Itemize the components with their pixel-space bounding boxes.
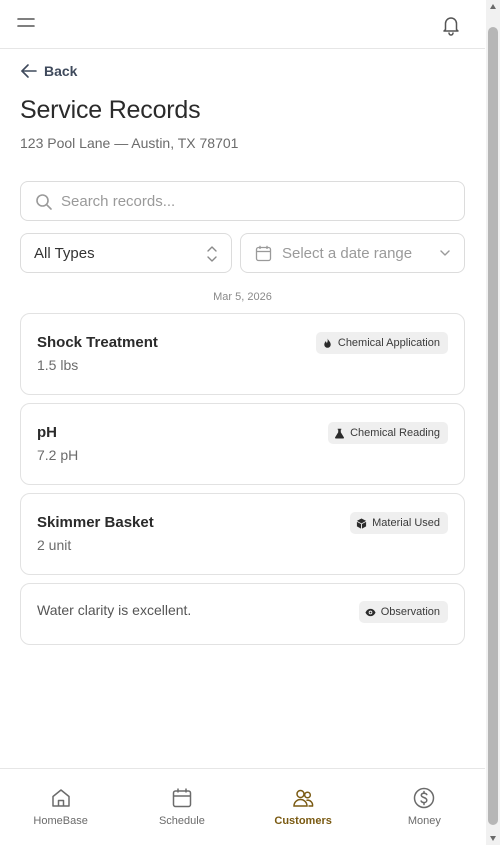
date-range-select[interactable]: Select a date range xyxy=(240,233,465,273)
record-type-badge: Chemical Application xyxy=(315,332,448,354)
badge-label: Chemical Reading xyxy=(350,427,440,439)
hamburger-menu-icon[interactable] xyxy=(14,12,40,36)
type-filter-select[interactable]: All Types xyxy=(20,233,232,273)
record-title: pH xyxy=(37,424,57,441)
record-type-badge: Chemical Reading xyxy=(328,422,448,444)
record-type-badge: Observation xyxy=(358,601,448,623)
nav-label: Schedule xyxy=(158,815,205,827)
record-card[interactable]: Water clarity is excellent. Observation xyxy=(20,583,465,645)
scrollbar[interactable] xyxy=(486,0,500,845)
flask-icon xyxy=(335,428,345,438)
nav-item-schedule[interactable]: Schedule xyxy=(121,769,242,845)
record-card[interactable]: pH 7.2 pH Chemical Reading xyxy=(20,403,465,485)
date-range-placeholder: Select a date range xyxy=(282,245,413,262)
back-link[interactable]: Back xyxy=(20,60,77,82)
scroll-up-arrow-icon[interactable] xyxy=(490,4,496,9)
top-bar xyxy=(0,0,485,49)
record-card[interactable]: Skimmer Basket 2 unit Material Used xyxy=(20,493,465,575)
date-group-header: Mar 5, 2026 xyxy=(213,291,272,303)
search-icon xyxy=(36,194,52,210)
search-input[interactable] xyxy=(61,183,456,219)
calendar-icon xyxy=(255,245,272,262)
bottom-nav: HomeBase Schedule Customers Money xyxy=(0,768,485,845)
dollar-icon xyxy=(414,787,435,809)
record-note: Water clarity is excellent. xyxy=(37,602,192,618)
badge-label: Chemical Application xyxy=(337,337,440,349)
arrow-left-icon xyxy=(21,64,37,78)
nav-item-customers[interactable]: Customers xyxy=(243,769,364,845)
scroll-thumb[interactable] xyxy=(488,27,498,825)
nav-item-homebase[interactable]: HomeBase xyxy=(0,769,121,845)
badge-label: Observation xyxy=(380,606,440,618)
record-title: Shock Treatment xyxy=(37,334,158,351)
search-box xyxy=(20,181,465,221)
bell-icon[interactable] xyxy=(438,12,464,38)
record-value: 7.2 pH xyxy=(37,447,79,463)
calendar-icon xyxy=(172,788,192,808)
scroll-down-arrow-icon[interactable] xyxy=(490,836,496,841)
record-title: Skimmer Basket xyxy=(37,514,154,531)
nav-label: HomeBase xyxy=(33,815,88,827)
record-card[interactable]: Shock Treatment 1.5 lbs Chemical Applica… xyxy=(20,313,465,395)
box-icon xyxy=(357,518,367,529)
home-icon xyxy=(51,789,70,807)
page-title: Service Records xyxy=(20,96,201,124)
eye-icon xyxy=(365,608,376,616)
users-icon xyxy=(293,789,314,807)
flame-icon xyxy=(324,337,331,348)
nav-label: Money xyxy=(407,815,441,827)
nav-item-money[interactable]: Money xyxy=(364,769,485,845)
badge-label: Material Used xyxy=(372,517,440,529)
chevron-down-icon xyxy=(440,250,450,256)
record-value: 1.5 lbs xyxy=(37,357,79,373)
record-type-badge: Material Used xyxy=(350,512,448,534)
type-filter-value: All Types xyxy=(34,245,95,262)
record-value: 2 unit xyxy=(37,537,72,553)
back-label: Back xyxy=(44,63,78,79)
nav-label: Customers xyxy=(274,815,332,827)
chevron-up-down-icon xyxy=(207,246,217,262)
app-screen: Back Service Records 123 Pool Lane — Aus… xyxy=(0,0,485,845)
customer-address: 123 Pool Lane — Austin, TX 78701 xyxy=(20,135,239,151)
